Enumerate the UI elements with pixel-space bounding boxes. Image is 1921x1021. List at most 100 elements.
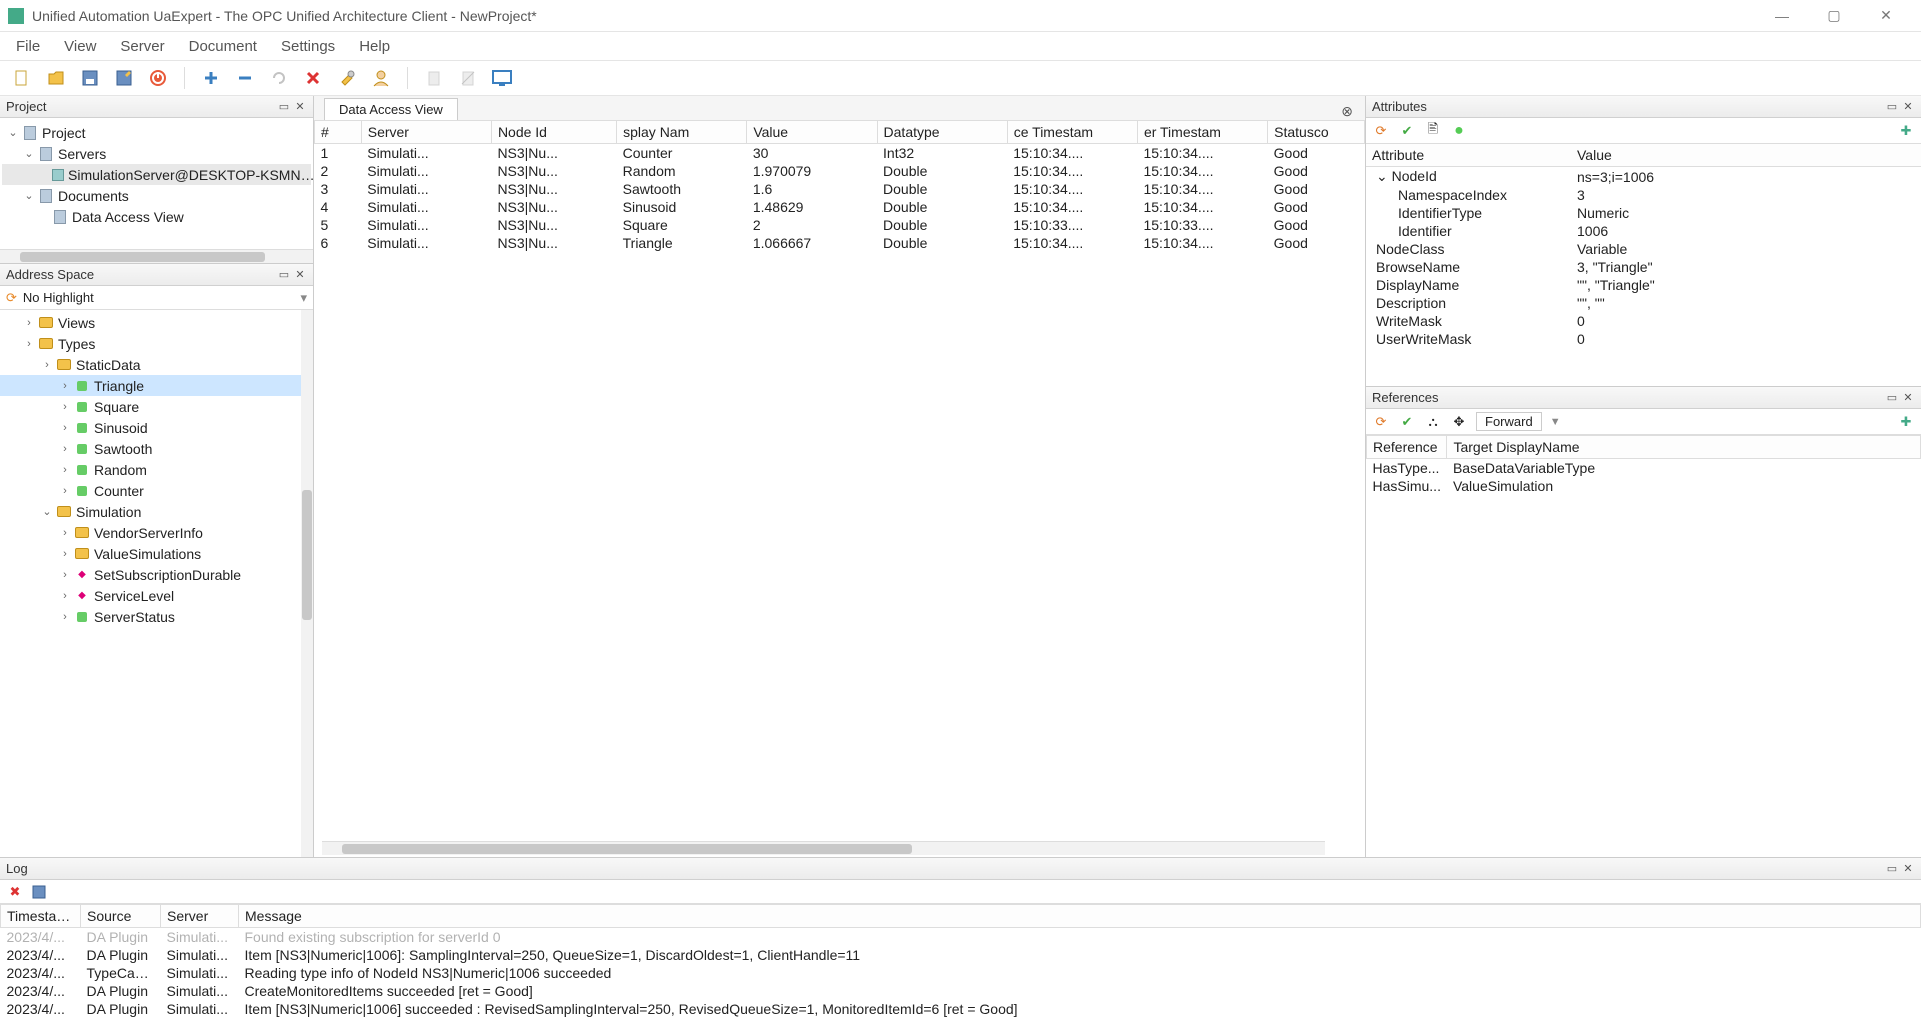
minimize-button[interactable]: — [1765,4,1799,28]
address-node-vendorserverinfo[interactable]: ›VendorServerInfo [0,522,313,543]
save-icon[interactable] [78,66,102,90]
tab-data-access-view[interactable]: Data Access View [324,98,458,120]
ref-row[interactable]: HasType...BaseDataVariableType [1367,459,1921,478]
col-header[interactable]: Value [747,121,877,144]
chevron-down-icon[interactable]: ▾ [300,290,307,306]
clear-log-icon[interactable]: ✖ [6,883,24,901]
tree-dav-item[interactable]: Data Access View [2,206,311,227]
chevron-down-icon[interactable]: ▼ [1550,416,1561,428]
table-row[interactable]: 3Simulati...NS3|Nu...Sawtooth1.6Double15… [315,180,1365,198]
col-header[interactable]: Node Id [491,121,616,144]
remove-icon[interactable] [233,66,257,90]
address-node-random[interactable]: ›Random [0,459,313,480]
doc2-icon[interactable] [456,66,480,90]
address-node-valuesimulations[interactable]: ›ValueSimulations [0,543,313,564]
attr-row[interactable]: ⌄ NodeIdns=3;i=1006 [1366,167,1921,187]
tree-root-project[interactable]: ⌄Project [2,122,311,143]
tree-documents[interactable]: ⌄Documents [2,185,311,206]
highlight-selector[interactable]: ⟳ No Highlight ▾ [0,286,313,310]
disconnect-icon[interactable] [301,66,325,90]
log-row[interactable]: 2023/4/...DA PluginSimulati...Item [NS3|… [1,1000,1921,1018]
menu-document[interactable]: Document [179,34,267,59]
direction-label[interactable]: Forward [1476,412,1542,431]
log-row[interactable]: 2023/4/...DA PluginSimulati...Item [NS3|… [1,946,1921,964]
address-node-square[interactable]: ›Square [0,396,313,417]
attr-row[interactable]: Description"", "" [1366,294,1921,312]
address-node-staticdata[interactable]: ›StaticData [0,354,313,375]
attr-row[interactable]: BrowseName3, "Triangle" [1366,258,1921,276]
address-node-counter[interactable]: ›Counter [0,480,313,501]
col-header[interactable]: Target DisplayName [1447,436,1921,459]
maximize-button[interactable]: ▢ [1817,4,1851,28]
open-file-icon[interactable] [44,66,68,90]
col-header[interactable]: Timestamp [1,905,81,928]
table-row[interactable]: 2Simulati...NS3|Nu...Random1.970079Doubl… [315,162,1365,180]
undock-icon[interactable]: ▭ [1885,391,1899,405]
log-row[interactable]: 2023/4/...DA PluginSimulati...CreateMoni… [1,982,1921,1000]
close-panel-icon[interactable]: ✕ [1901,391,1915,405]
refresh-icon[interactable]: ⟳ [1372,413,1390,431]
table-row[interactable]: 6Simulati...NS3|Nu...Triangle1.066667Dou… [315,234,1365,252]
address-node-simulation[interactable]: ⌄Simulation [0,501,313,522]
col-header[interactable]: er Timestam [1137,121,1267,144]
project-tree[interactable]: ⌄Project ⌄Servers SimulationServer@DESKT… [0,118,313,249]
close-panel-icon[interactable]: ✕ [293,268,307,282]
v-scrollbar[interactable] [301,310,313,857]
monitor-icon[interactable] [490,66,514,90]
hierarchy-icon[interactable]: ⛬ [1424,413,1442,431]
tree-server-item[interactable]: SimulationServer@DESKTOP-KSMN… [2,164,311,185]
close-panel-icon[interactable]: ✕ [1901,862,1915,876]
table-row[interactable]: 1Simulati...NS3|Nu...Counter30Int3215:10… [315,144,1365,163]
col-header[interactable]: Attribute [1366,144,1571,167]
undock-icon[interactable]: ▭ [1885,862,1899,876]
attr-row[interactable]: DisplayName"", "Triangle" [1366,276,1921,294]
menu-view[interactable]: View [54,34,106,59]
menu-server[interactable]: Server [110,34,174,59]
col-header[interactable]: splay Nam [617,121,747,144]
data-access-table[interactable]: #ServerNode Idsplay NamValueDatatypece T… [314,120,1365,857]
references-table[interactable]: ReferenceTarget DisplayNameHasType...Bas… [1366,435,1921,857]
col-header[interactable]: Message [239,905,1921,928]
close-button[interactable]: ✕ [1869,4,1903,28]
doc1-icon[interactable] [422,66,446,90]
refresh-icon[interactable]: ⟳ [6,290,17,306]
table-row[interactable]: 5Simulati...NS3|Nu...Square2Double15:10:… [315,216,1365,234]
col-header[interactable]: Server [161,905,239,928]
tab-close-icon[interactable]: ⊗ [1333,103,1361,120]
move-icon[interactable]: ✥ [1450,413,1468,431]
col-header[interactable]: ce Timestam [1007,121,1137,144]
attr-row[interactable]: IdentifierTypeNumeric [1366,204,1921,222]
attr-row[interactable]: UserWriteMask0 [1366,330,1921,348]
add-ref-icon[interactable]: ✚ [1897,413,1915,431]
power-icon[interactable] [146,66,170,90]
refresh-icon[interactable] [267,66,291,90]
col-header[interactable]: Reference [1367,436,1447,459]
close-panel-icon[interactable]: ✕ [1901,100,1915,114]
attributes-table[interactable]: AttributeValue⌄ NodeIdns=3;i=1006Namespa… [1366,144,1921,386]
col-header[interactable]: Source [81,905,161,928]
tree-icon[interactable]: 🖹 [1424,122,1442,140]
address-space-tree[interactable]: ›Views›Types›StaticData›Triangle›Square›… [0,310,313,857]
address-node-views[interactable]: ›Views [0,312,313,333]
attr-row[interactable]: WriteMask0 [1366,312,1921,330]
address-node-serverstatus[interactable]: ›ServerStatus [0,606,313,627]
address-node-types[interactable]: ›Types [0,333,313,354]
undock-icon[interactable]: ▭ [277,268,291,282]
address-node-sinusoid[interactable]: ›Sinusoid [0,417,313,438]
ref-row[interactable]: HasSimu...ValueSimulation [1367,477,1921,495]
col-header[interactable]: Server [361,121,491,144]
menu-settings[interactable]: Settings [271,34,345,59]
menu-file[interactable]: File [6,34,50,59]
add-icon[interactable] [199,66,223,90]
attr-row[interactable]: NamespaceIndex3 [1366,186,1921,204]
log-row[interactable]: 2023/4/...DA PluginSimulati...Found exis… [1,928,1921,947]
user-icon[interactable] [369,66,393,90]
col-header[interactable]: Statusco [1268,121,1365,144]
log-row[interactable]: 2023/4/...TypeCacheSimulati...Reading ty… [1,964,1921,982]
tree-servers[interactable]: ⌄Servers [2,143,311,164]
refresh-icon[interactable]: ⟳ [1372,122,1390,140]
add-attr-icon[interactable]: ✚ [1897,122,1915,140]
address-node-sawtooth[interactable]: ›Sawtooth [0,438,313,459]
col-header[interactable]: Value [1571,144,1921,167]
h-scrollbar[interactable] [322,841,1325,855]
